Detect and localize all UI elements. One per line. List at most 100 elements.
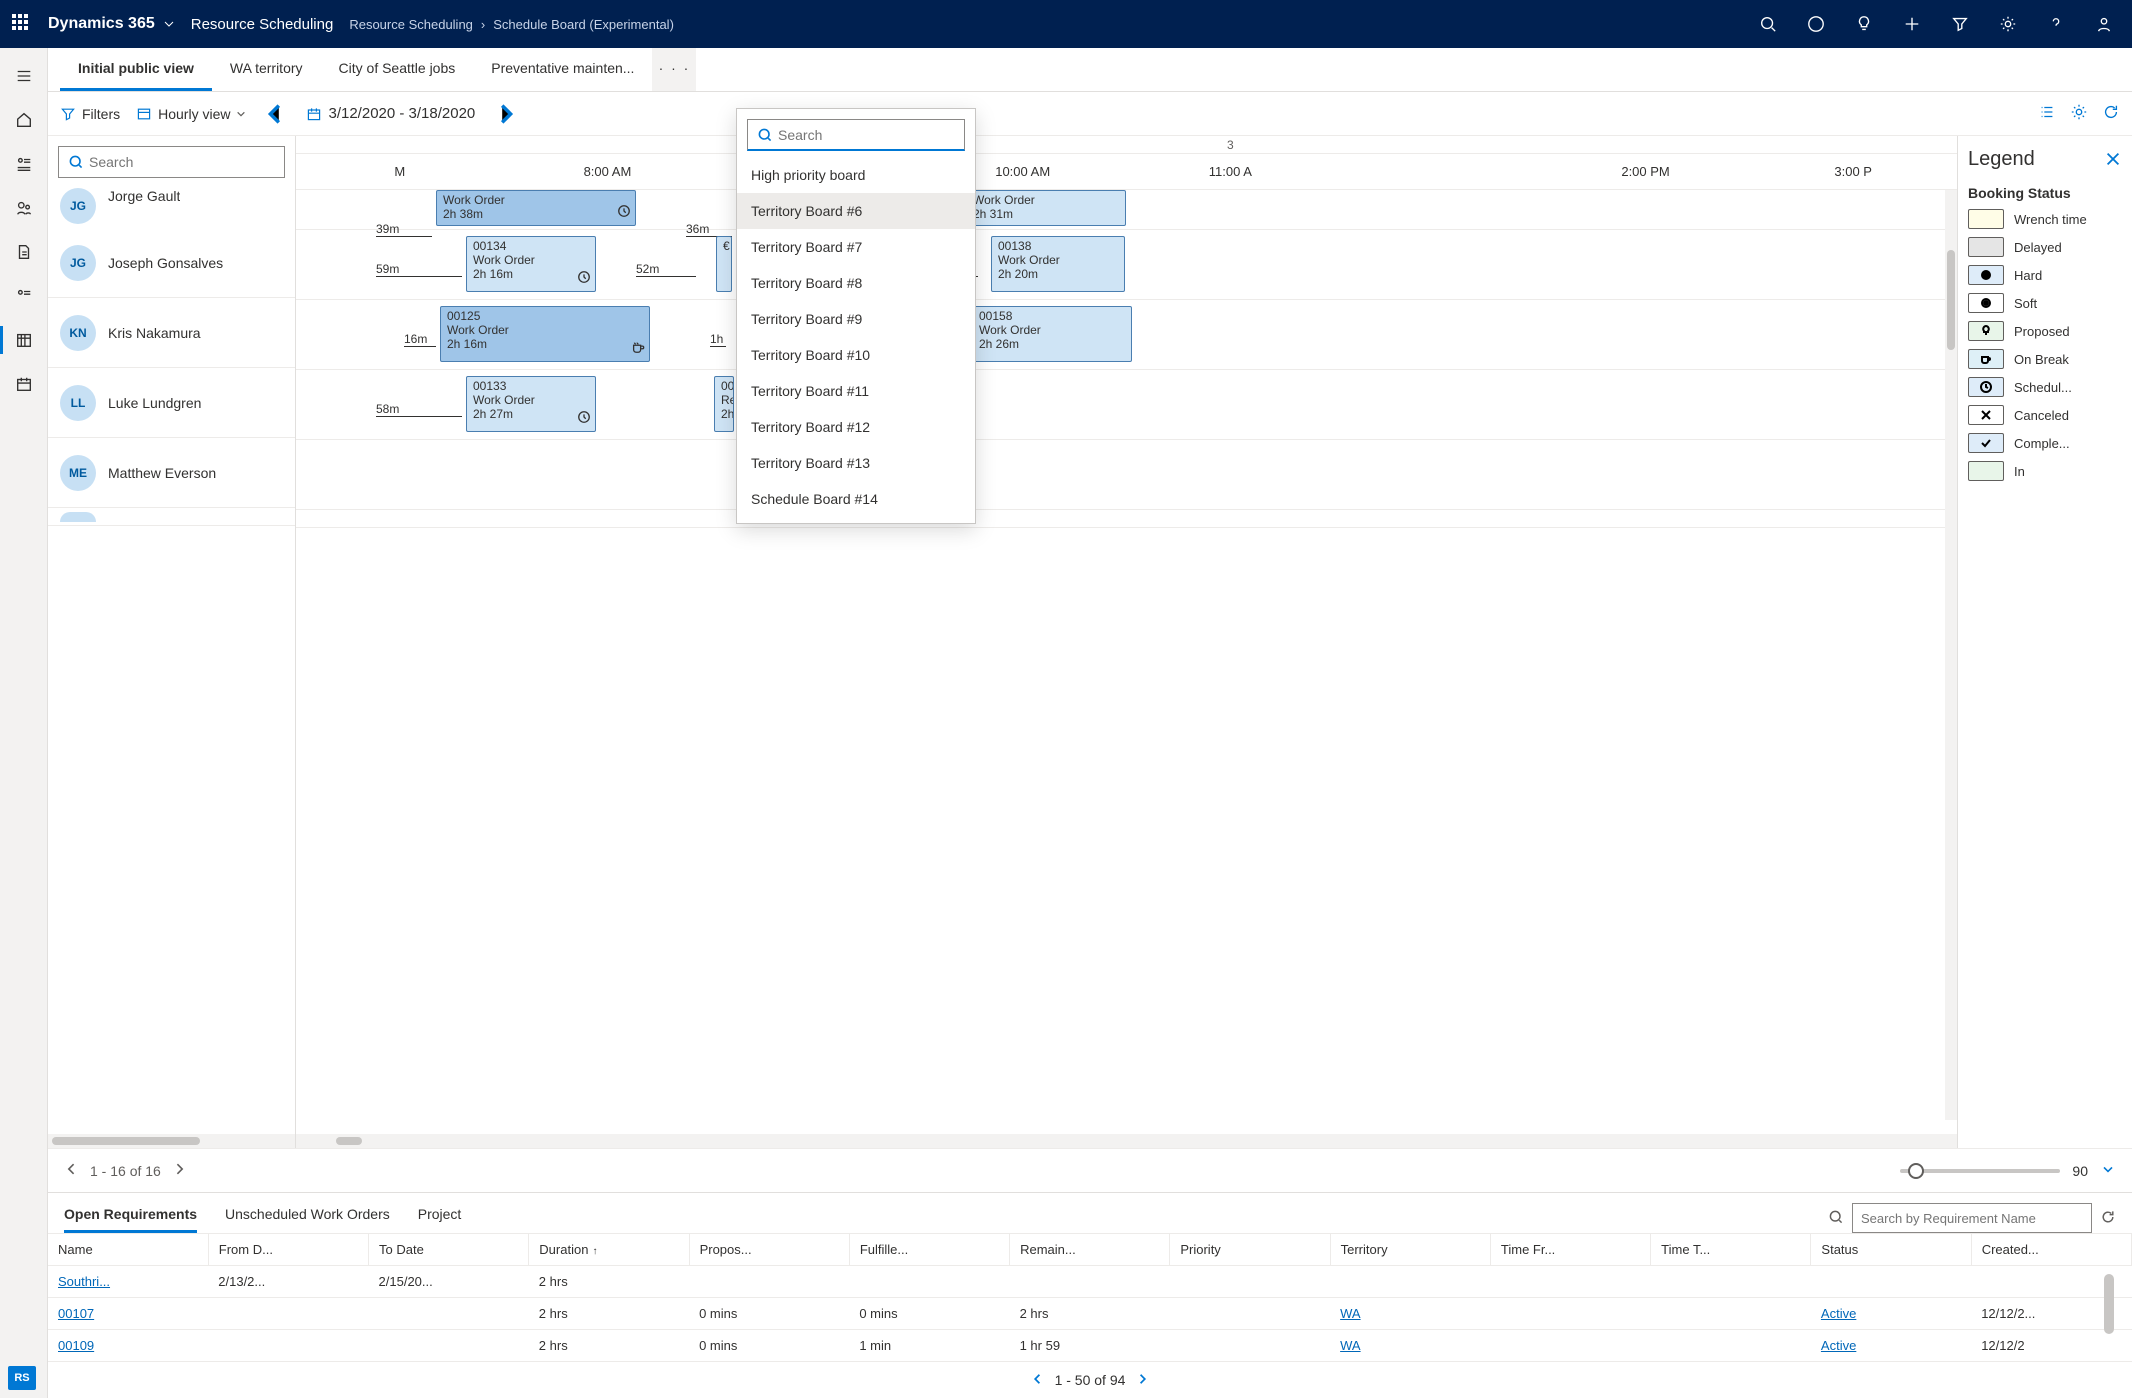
breadcrumb-part[interactable]: Resource Scheduling — [349, 17, 473, 32]
hamburger-icon[interactable] — [0, 56, 48, 96]
popover-item[interactable]: Territory Board #8 — [737, 265, 975, 301]
grid-link[interactable]: WA — [1340, 1338, 1360, 1353]
grid-vscroll[interactable] — [2104, 1274, 2114, 1334]
people-icon[interactable] — [0, 188, 48, 228]
booking[interactable]: 00125Work Order2h 16m — [440, 306, 650, 362]
popover-item[interactable]: Territory Board #11 — [737, 373, 975, 409]
prev-date-icon[interactable] — [262, 100, 290, 128]
refresh-icon[interactable] — [2102, 103, 2120, 124]
grid-link[interactable]: 00107 — [58, 1306, 94, 1321]
resource-row[interactable]: KNKris Nakamura — [48, 298, 295, 368]
resource-hscroll[interactable] — [48, 1134, 295, 1148]
booking[interactable]: 00133Work Order2h 27m — [466, 376, 596, 432]
close-icon[interactable] — [2104, 150, 2122, 171]
add-icon[interactable] — [1896, 0, 1928, 48]
gantt-row[interactable] — [296, 510, 1957, 528]
settings-icon[interactable] — [1992, 0, 2024, 48]
app-launcher-icon[interactable] — [12, 14, 32, 34]
booking[interactable]: Work Order2h 31m — [966, 190, 1126, 226]
view-mode-button[interactable]: Hourly view — [136, 106, 246, 122]
pager-prev-icon[interactable] — [64, 1161, 80, 1180]
grid-row[interactable]: 001072 hrs0 mins0 mins2 hrsWAActive12/12… — [48, 1298, 2132, 1330]
task-icon[interactable] — [1800, 0, 1832, 48]
requirement-search-input[interactable] — [1852, 1203, 2092, 1233]
grid-row[interactable]: Southri...2/13/2...2/15/20...2 hrs — [48, 1266, 2132, 1298]
pager-next-icon[interactable] — [171, 1161, 187, 1180]
module-label[interactable]: Resource Scheduling — [191, 16, 334, 33]
gear-icon[interactable] — [2070, 103, 2088, 124]
grid-header[interactable]: Status — [1811, 1234, 1971, 1266]
calendar-icon[interactable] — [0, 364, 48, 404]
grid-row[interactable]: 001092 hrs0 mins1 min1 hr 59WAActive12/1… — [48, 1330, 2132, 1362]
grid-header[interactable]: Fulfille... — [849, 1234, 1009, 1266]
user-icon[interactable] — [2088, 0, 2120, 48]
grid-header[interactable]: Time Fr... — [1490, 1234, 1650, 1266]
people-list-icon[interactable] — [0, 144, 48, 184]
grid-header[interactable]: From D... — [208, 1234, 368, 1266]
board-tab[interactable]: City of Seattle jobs — [321, 48, 474, 91]
collapse-icon[interactable] — [2100, 1161, 2116, 1180]
refresh-icon[interactable] — [2100, 1209, 2116, 1228]
help-icon[interactable] — [2040, 0, 2072, 48]
resource-row[interactable]: JGJorge Gault — [48, 188, 295, 228]
home-icon[interactable] — [0, 100, 48, 140]
document-icon[interactable] — [0, 232, 48, 272]
date-range-picker[interactable]: 3/12/2020 - 3/18/2020 — [306, 105, 475, 122]
gantt-row[interactable]: 59m00134Work Order2h 16m52m€m00138Work O… — [296, 230, 1957, 300]
gantt-row[interactable]: 39mWork Order2h 38m36mWork Order2h 31m — [296, 190, 1957, 230]
bottom-tab[interactable]: Unscheduled Work Orders — [225, 1206, 390, 1233]
booking[interactable]: 00158Work Order2h 26m — [972, 306, 1132, 362]
grid-header[interactable]: Name — [48, 1234, 208, 1266]
resource-row[interactable]: JGJoseph Gonsalves — [48, 228, 295, 298]
grid-link[interactable]: WA — [1340, 1306, 1360, 1321]
schedule-board-icon[interactable] — [0, 320, 48, 360]
popover-item[interactable]: Territory Board #10 — [737, 337, 975, 373]
gantt-row[interactable] — [296, 440, 1957, 510]
search-icon[interactable] — [1828, 1209, 1844, 1228]
grid-link[interactable]: Southri... — [58, 1274, 110, 1289]
popover-item[interactable]: High priority board — [737, 157, 975, 193]
breadcrumb-part[interactable]: Schedule Board (Experimental) — [493, 17, 674, 32]
popover-item[interactable]: Territory Board #9 — [737, 301, 975, 337]
board-tab-overflow[interactable]: · · · — [652, 48, 696, 91]
resource-search-input[interactable] — [58, 146, 285, 178]
gantt-row[interactable]: 58m00133Work Order2h 27m00Re2h — [296, 370, 1957, 440]
board-tab[interactable]: Initial public view — [60, 48, 212, 91]
grid-header[interactable]: Remain... — [1010, 1234, 1170, 1266]
gantt-vscroll[interactable] — [1945, 190, 1957, 1120]
list-icon[interactable] — [2038, 103, 2056, 124]
popover-item[interactable]: Territory Board #13 — [737, 445, 975, 481]
booking[interactable]: 00Re2h — [714, 376, 734, 432]
grid-prev-icon[interactable] — [1031, 1372, 1045, 1389]
grid-header[interactable]: Duration↑ — [529, 1234, 689, 1266]
grid-link[interactable]: Active — [1821, 1338, 1856, 1353]
bulb-icon[interactable] — [1848, 0, 1880, 48]
popover-item[interactable]: Territory Board #12 — [737, 409, 975, 445]
grid-header[interactable]: To Date — [369, 1234, 529, 1266]
search-icon[interactable] — [1752, 0, 1784, 48]
grid-link[interactable]: 00109 — [58, 1338, 94, 1353]
filters-button[interactable]: Filters — [60, 106, 120, 122]
grid-link[interactable]: Active — [1821, 1306, 1856, 1321]
grid-header[interactable]: Propos... — [689, 1234, 849, 1266]
resource-row[interactable]: LLLuke Lundgren — [48, 368, 295, 438]
popover-item[interactable]: Schedule Board #14 — [737, 481, 975, 517]
popover-item[interactable]: Territory Board #7 — [737, 229, 975, 265]
gantt-row[interactable]: 16m00125Work Order2h 16m1h00158Work Orde… — [296, 300, 1957, 370]
popover-item[interactable]: Territory Board #6 — [737, 193, 975, 229]
popover-search-input[interactable] — [747, 119, 965, 151]
grid-header[interactable]: Time T... — [1651, 1234, 1811, 1266]
rs-badge[interactable]: RS — [8, 1366, 36, 1390]
grid-header[interactable]: Created... — [1971, 1234, 2131, 1266]
resource-row[interactable]: MEMatthew Everson — [48, 438, 295, 508]
booking[interactable]: 00138Work Order2h 20m — [991, 236, 1125, 292]
requirements-grid[interactable]: NameFrom D...To DateDuration↑Propos...Fu… — [48, 1234, 2132, 1362]
grid-header[interactable]: Priority — [1170, 1234, 1330, 1266]
zoom-slider[interactable] — [1900, 1169, 2060, 1173]
bottom-tab[interactable]: Open Requirements — [64, 1206, 197, 1233]
booking[interactable]: € — [716, 236, 732, 292]
brand-label[interactable]: Dynamics 365 — [48, 15, 175, 33]
grid-next-icon[interactable] — [1135, 1372, 1149, 1389]
filter-icon[interactable] — [1944, 0, 1976, 48]
gantt-hscroll[interactable] — [296, 1134, 1957, 1148]
